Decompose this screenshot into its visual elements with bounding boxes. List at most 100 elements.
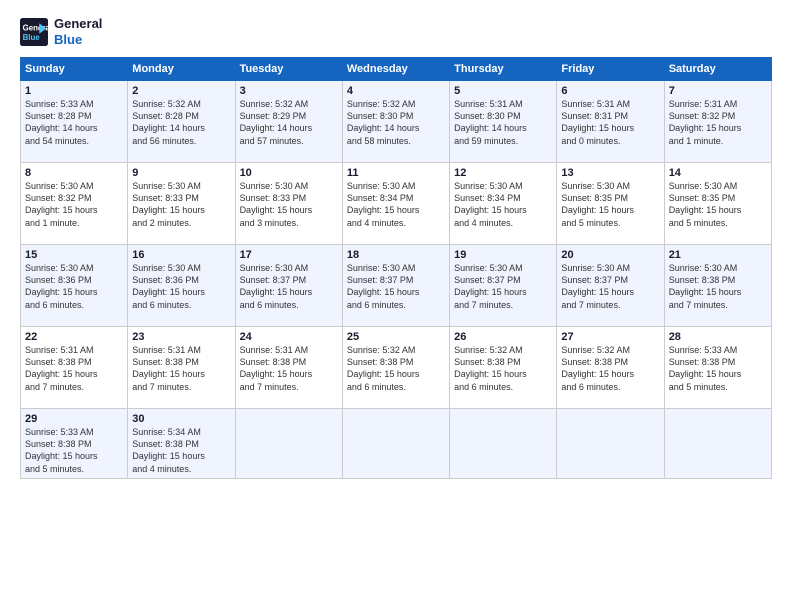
day-info: Sunrise: 5:30 AMSunset: 8:33 PMDaylight:… <box>240 180 338 229</box>
calendar-cell: 23Sunrise: 5:31 AMSunset: 8:38 PMDayligh… <box>128 327 235 409</box>
calendar-cell: 9Sunrise: 5:30 AMSunset: 8:33 PMDaylight… <box>128 163 235 245</box>
day-number: 22 <box>25 331 123 343</box>
logo-blue: Blue <box>54 32 102 48</box>
day-number: 23 <box>132 331 230 343</box>
weekday-friday: Friday <box>557 58 664 81</box>
day-number: 30 <box>132 413 230 425</box>
day-info: Sunrise: 5:30 AMSunset: 8:38 PMDaylight:… <box>669 262 767 311</box>
day-number: 24 <box>240 331 338 343</box>
weekday-wednesday: Wednesday <box>342 58 449 81</box>
logo: General Blue General Blue <box>20 16 102 47</box>
day-info: Sunrise: 5:33 AMSunset: 8:38 PMDaylight:… <box>25 426 123 475</box>
day-number: 15 <box>25 249 123 261</box>
day-number: 17 <box>240 249 338 261</box>
calendar-cell <box>450 409 557 479</box>
calendar-cell <box>664 409 771 479</box>
calendar-cell <box>557 409 664 479</box>
day-number: 18 <box>347 249 445 261</box>
day-number: 26 <box>454 331 552 343</box>
day-info: Sunrise: 5:33 AMSunset: 8:38 PMDaylight:… <box>669 344 767 393</box>
day-info: Sunrise: 5:33 AMSunset: 8:28 PMDaylight:… <box>25 98 123 147</box>
day-info: Sunrise: 5:31 AMSunset: 8:31 PMDaylight:… <box>561 98 659 147</box>
week-row-2: 8Sunrise: 5:30 AMSunset: 8:32 PMDaylight… <box>21 163 772 245</box>
weekday-monday: Monday <box>128 58 235 81</box>
day-number: 6 <box>561 85 659 97</box>
weekday-tuesday: Tuesday <box>235 58 342 81</box>
day-number: 27 <box>561 331 659 343</box>
day-info: Sunrise: 5:32 AMSunset: 8:28 PMDaylight:… <box>132 98 230 147</box>
calendar-cell <box>342 409 449 479</box>
day-info: Sunrise: 5:31 AMSunset: 8:38 PMDaylight:… <box>240 344 338 393</box>
calendar-cell: 25Sunrise: 5:32 AMSunset: 8:38 PMDayligh… <box>342 327 449 409</box>
calendar-cell: 28Sunrise: 5:33 AMSunset: 8:38 PMDayligh… <box>664 327 771 409</box>
day-info: Sunrise: 5:30 AMSunset: 8:35 PMDaylight:… <box>669 180 767 229</box>
day-info: Sunrise: 5:30 AMSunset: 8:32 PMDaylight:… <box>25 180 123 229</box>
day-info: Sunrise: 5:32 AMSunset: 8:38 PMDaylight:… <box>561 344 659 393</box>
calendar-cell: 8Sunrise: 5:30 AMSunset: 8:32 PMDaylight… <box>21 163 128 245</box>
calendar-table: SundayMondayTuesdayWednesdayThursdayFrid… <box>20 57 772 479</box>
calendar-cell: 4Sunrise: 5:32 AMSunset: 8:30 PMDaylight… <box>342 81 449 163</box>
calendar-page: General Blue General Blue SundayMondayTu… <box>0 0 792 612</box>
calendar-cell <box>235 409 342 479</box>
day-number: 9 <box>132 167 230 179</box>
day-number: 3 <box>240 85 338 97</box>
day-number: 28 <box>669 331 767 343</box>
day-number: 21 <box>669 249 767 261</box>
calendar-cell: 20Sunrise: 5:30 AMSunset: 8:37 PMDayligh… <box>557 245 664 327</box>
week-row-4: 22Sunrise: 5:31 AMSunset: 8:38 PMDayligh… <box>21 327 772 409</box>
day-info: Sunrise: 5:32 AMSunset: 8:29 PMDaylight:… <box>240 98 338 147</box>
calendar-cell: 19Sunrise: 5:30 AMSunset: 8:37 PMDayligh… <box>450 245 557 327</box>
day-info: Sunrise: 5:30 AMSunset: 8:36 PMDaylight:… <box>132 262 230 311</box>
calendar-cell: 11Sunrise: 5:30 AMSunset: 8:34 PMDayligh… <box>342 163 449 245</box>
week-row-5: 29Sunrise: 5:33 AMSunset: 8:38 PMDayligh… <box>21 409 772 479</box>
day-number: 4 <box>347 85 445 97</box>
day-info: Sunrise: 5:30 AMSunset: 8:37 PMDaylight:… <box>454 262 552 311</box>
day-info: Sunrise: 5:31 AMSunset: 8:38 PMDaylight:… <box>25 344 123 393</box>
day-info: Sunrise: 5:31 AMSunset: 8:38 PMDaylight:… <box>132 344 230 393</box>
day-info: Sunrise: 5:34 AMSunset: 8:38 PMDaylight:… <box>132 426 230 475</box>
day-number: 1 <box>25 85 123 97</box>
calendar-cell: 21Sunrise: 5:30 AMSunset: 8:38 PMDayligh… <box>664 245 771 327</box>
day-number: 20 <box>561 249 659 261</box>
header: General Blue General Blue <box>20 16 772 47</box>
calendar-cell: 13Sunrise: 5:30 AMSunset: 8:35 PMDayligh… <box>557 163 664 245</box>
day-number: 19 <box>454 249 552 261</box>
weekday-saturday: Saturday <box>664 58 771 81</box>
day-info: Sunrise: 5:30 AMSunset: 8:37 PMDaylight:… <box>561 262 659 311</box>
day-number: 11 <box>347 167 445 179</box>
calendar-cell: 12Sunrise: 5:30 AMSunset: 8:34 PMDayligh… <box>450 163 557 245</box>
day-number: 13 <box>561 167 659 179</box>
day-info: Sunrise: 5:31 AMSunset: 8:32 PMDaylight:… <box>669 98 767 147</box>
calendar-cell: 6Sunrise: 5:31 AMSunset: 8:31 PMDaylight… <box>557 81 664 163</box>
week-row-1: 1Sunrise: 5:33 AMSunset: 8:28 PMDaylight… <box>21 81 772 163</box>
day-info: Sunrise: 5:31 AMSunset: 8:30 PMDaylight:… <box>454 98 552 147</box>
day-info: Sunrise: 5:32 AMSunset: 8:38 PMDaylight:… <box>454 344 552 393</box>
day-number: 7 <box>669 85 767 97</box>
calendar-cell: 5Sunrise: 5:31 AMSunset: 8:30 PMDaylight… <box>450 81 557 163</box>
calendar-cell: 27Sunrise: 5:32 AMSunset: 8:38 PMDayligh… <box>557 327 664 409</box>
day-info: Sunrise: 5:30 AMSunset: 8:37 PMDaylight:… <box>240 262 338 311</box>
day-info: Sunrise: 5:30 AMSunset: 8:34 PMDaylight:… <box>454 180 552 229</box>
week-row-3: 15Sunrise: 5:30 AMSunset: 8:36 PMDayligh… <box>21 245 772 327</box>
calendar-cell: 18Sunrise: 5:30 AMSunset: 8:37 PMDayligh… <box>342 245 449 327</box>
day-number: 10 <box>240 167 338 179</box>
day-number: 8 <box>25 167 123 179</box>
day-number: 25 <box>347 331 445 343</box>
day-number: 2 <box>132 85 230 97</box>
weekday-thursday: Thursday <box>450 58 557 81</box>
day-info: Sunrise: 5:32 AMSunset: 8:30 PMDaylight:… <box>347 98 445 147</box>
calendar-cell: 30Sunrise: 5:34 AMSunset: 8:38 PMDayligh… <box>128 409 235 479</box>
day-info: Sunrise: 5:30 AMSunset: 8:37 PMDaylight:… <box>347 262 445 311</box>
weekday-header-row: SundayMondayTuesdayWednesdayThursdayFrid… <box>21 58 772 81</box>
svg-text:Blue: Blue <box>23 32 41 41</box>
day-info: Sunrise: 5:30 AMSunset: 8:33 PMDaylight:… <box>132 180 230 229</box>
calendar-cell: 26Sunrise: 5:32 AMSunset: 8:38 PMDayligh… <box>450 327 557 409</box>
calendar-cell: 7Sunrise: 5:31 AMSunset: 8:32 PMDaylight… <box>664 81 771 163</box>
day-info: Sunrise: 5:30 AMSunset: 8:36 PMDaylight:… <box>25 262 123 311</box>
calendar-cell: 16Sunrise: 5:30 AMSunset: 8:36 PMDayligh… <box>128 245 235 327</box>
calendar-cell: 29Sunrise: 5:33 AMSunset: 8:38 PMDayligh… <box>21 409 128 479</box>
logo-icon: General Blue <box>20 18 48 46</box>
day-number: 5 <box>454 85 552 97</box>
calendar-cell: 15Sunrise: 5:30 AMSunset: 8:36 PMDayligh… <box>21 245 128 327</box>
day-number: 12 <box>454 167 552 179</box>
